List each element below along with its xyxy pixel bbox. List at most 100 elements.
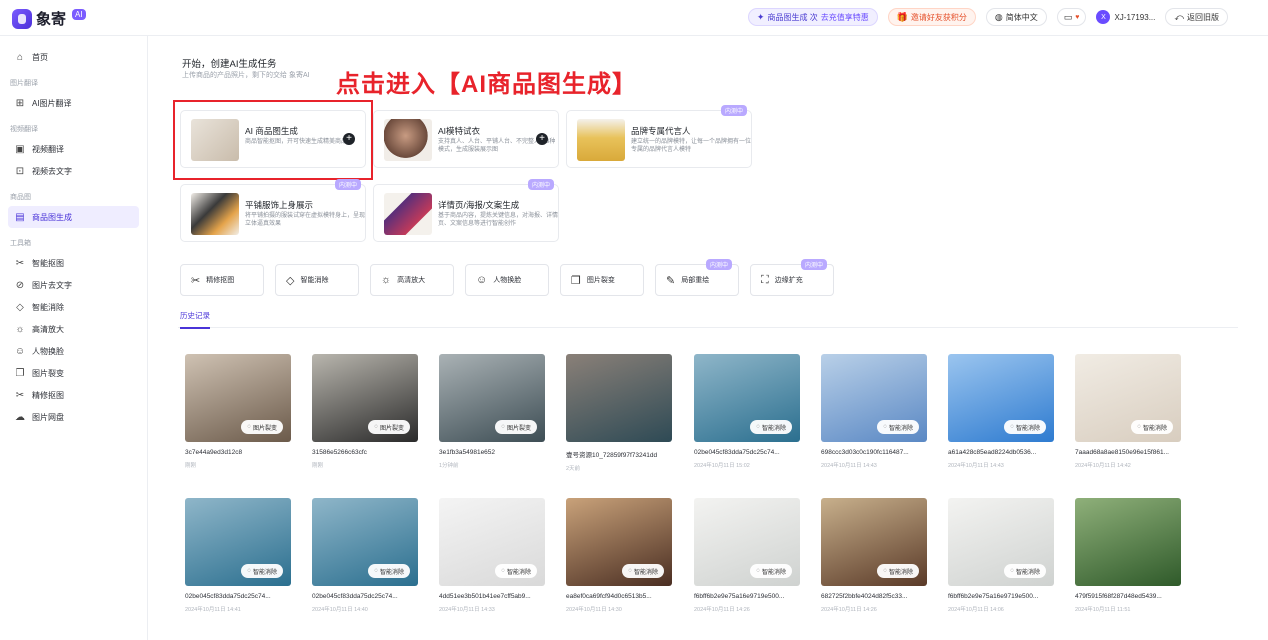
user-menu[interactable]: X XJ-17193... xyxy=(1096,10,1155,24)
history-thumbnail[interactable]: ◌ 图片裂变 xyxy=(439,354,545,442)
invite-friends-button[interactable]: 🎁 邀请好友获积分 xyxy=(887,8,976,26)
tag-icon: ◌ xyxy=(247,424,251,430)
sidebar-item-image-drive[interactable]: ☁ 图片网盘 xyxy=(8,406,139,428)
history-item[interactable]: ◌ 图片裂变 3c7e44a9ed3d12c8 刚刚 xyxy=(185,354,291,469)
tag-icon: ◌ xyxy=(883,568,887,574)
history-item[interactable]: ◌ 图片裂变 3e1fb3a54981e652 1分钟前 xyxy=(439,354,545,469)
history-tag: ◌ 智能消除 xyxy=(1004,420,1046,434)
beta-badge: 内测中 xyxy=(705,259,732,270)
card-ai-model-tryon[interactable]: AI模特试衣 支持真人、人台、平铺人台、不完整人台3种模式，生成服装展示图 + xyxy=(373,110,559,168)
beta-badge: 内测中 xyxy=(527,179,554,190)
history-thumbnail[interactable]: ◌ 图片裂变 xyxy=(312,354,418,442)
sidebar-item-ai-image-translate[interactable]: ⊞ AI图片翻译 xyxy=(8,92,139,114)
history-item[interactable]: 479f5915f68f287d48ed5439... 2024年10月11日 1… xyxy=(1075,498,1181,613)
history-thumbnail[interactable]: ◌ 图片裂变 xyxy=(185,354,291,442)
tool-face-swap[interactable]: ☺ 人物换脸 xyxy=(465,264,549,296)
history-item-name: ea8ef0ca69fcf94d0c6513b5... xyxy=(566,593,652,600)
card-flatlay-tryon[interactable]: 内测中 平铺服饰上身展示 将平铺拍摄的服装试穿在虚拟模特身上，呈现立体逼真效果 xyxy=(180,179,366,242)
history-item[interactable]: ◌ 智能消除 02be045cf83dda75dc25c74... 2024年10月1… xyxy=(185,498,291,613)
history-tag: ◌ 图片裂变 xyxy=(495,420,537,434)
video-remove-text-icon: ⊡ xyxy=(15,165,25,177)
card-brand-ambassador[interactable]: 内测中 品牌专属代言人 建立统一的品牌模特，让每一个品牌拥有一位专属的品牌代言人… xyxy=(566,105,752,168)
history-item[interactable]: ◌ 智能消除 7aaad68a8ae8150e96e15f861... 2024年10… xyxy=(1075,354,1181,469)
back-to-old-version-button[interactable]: ⤺ 返回旧版 xyxy=(1165,8,1228,26)
sidebar-group-title: 图片翻译 xyxy=(10,80,38,87)
tag-icon: ◌ xyxy=(628,568,632,574)
tag-icon: ◌ xyxy=(1137,424,1141,430)
messages-button[interactable]: ▭ ♥ xyxy=(1056,8,1087,26)
sidebar-item-smart-cutout[interactable]: ✂ 智能抠图 xyxy=(8,252,139,274)
history-item[interactable]: ◌ 智能消除 02be045cf83dda75dc25c74... 2024年10月1… xyxy=(312,498,418,613)
history-tag: ◌ 智能消除 xyxy=(1004,564,1046,578)
history-thumbnail[interactable] xyxy=(1075,498,1181,586)
sidebar-item-product-image[interactable]: ▤ 商品图生成 xyxy=(8,206,139,228)
history-item[interactable]: ◌ 图片裂变 31586e5266c63cfc 刚刚 xyxy=(312,354,418,469)
back-icon: ⤺ xyxy=(1174,11,1184,22)
history-item-time: 刚刚 xyxy=(312,463,324,469)
history-item-time: 刚刚 xyxy=(185,463,197,469)
sidebar-item-video-translate[interactable]: ▣ 视频翻译 xyxy=(8,138,139,160)
beta-badge: 内测中 xyxy=(334,179,361,190)
history-item-time: 2024年10月11日 14:42 xyxy=(1075,463,1131,469)
sidebar-item-face-swap[interactable]: ☺ 人物换脸 xyxy=(8,340,139,362)
history-thumbnail[interactable]: ◌ 智能消除 xyxy=(948,498,1054,586)
history-item[interactable]: ◌ 智能消除 682725f2bbfe4024d82f5c33... 2024年10月… xyxy=(821,498,927,613)
history-thumbnail[interactable]: ◌ 智能消除 xyxy=(312,498,418,586)
tool-upscale[interactable]: ☼ 高清放大 xyxy=(370,264,454,296)
tool-smart-erase[interactable]: ◇ 智能消除 xyxy=(275,264,359,296)
history-item-time: 2024年10月11日 14:06 xyxy=(948,607,1004,613)
app-logo[interactable]: 象寄 AI xyxy=(12,8,86,29)
tool-inpaint[interactable]: 内测中 ✎ 局部重绘 xyxy=(655,259,739,296)
recharge-promo-button[interactable]: ✦ 商品图生成 次 去充值享特惠 xyxy=(747,8,878,26)
history-tabs: 历史记录 xyxy=(178,306,1238,329)
history-thumbnail[interactable]: ◌ 智能消除 xyxy=(566,498,672,586)
history-item[interactable]: ◌ 智能消除 02be045cf83dda75dc25c74... 2024年10月1… xyxy=(694,354,800,469)
history-tag: ◌ 智能消除 xyxy=(368,564,410,578)
history-thumbnail[interactable]: ◌ 智能消除 xyxy=(821,498,927,586)
sidebar-item-video-remove-text[interactable]: ⊡ 视频去文字 xyxy=(8,160,139,182)
tool-fine-cutout[interactable]: ✂ 精修抠图 xyxy=(180,264,264,296)
image-translate-icon: ⊞ xyxy=(15,97,25,109)
sidebar-item-smart-erase[interactable]: ◇ 智能消除 xyxy=(8,296,139,318)
tool-outpaint[interactable]: 内测中 ⛶ 边缘扩充 xyxy=(750,259,834,296)
user-name: XJ-17193... xyxy=(1114,12,1156,22)
history-item[interactable]: ◌ 智能消除 f6bff6b2e9e75a16e9719e500... 2024年10… xyxy=(948,498,1054,613)
sidebar-item-remove-text[interactable]: ⊘ 图片去文字 xyxy=(8,274,139,296)
face-icon: ☺ xyxy=(476,274,488,286)
beta-badge: 内测中 xyxy=(720,105,747,116)
tab-history[interactable]: 历史记录 xyxy=(180,310,210,329)
history-thumbnail[interactable]: ◌ 智能消除 xyxy=(821,354,927,442)
history-item[interactable]: ◌ 智能消除 698ccc3d03c0c190fc116487... 2024年10月… xyxy=(821,354,927,469)
history-item[interactable]: ◌ 智能消除 4dd51ee3b501b41ee7cff5ab9... 2024年10… xyxy=(439,498,545,613)
sidebar-group-title: 商品图 xyxy=(10,194,31,201)
history-thumbnail[interactable]: ◌ 智能消除 xyxy=(694,498,800,586)
history-item[interactable]: ◌ 智能消除 ea8ef0ca69fcf94d0c6513b5... 2024年10月… xyxy=(566,498,672,613)
tool-image-variation[interactable]: ❐ 图片裂变 xyxy=(560,264,644,296)
tag-icon: ◌ xyxy=(374,568,378,574)
history-thumbnail[interactable]: ◌ 智能消除 xyxy=(185,498,291,586)
top-bar: 象寄 AI ✦ 商品图生成 次 去充值享特惠 🎁 邀请好友获积分 ◍ 简体中文 … xyxy=(0,0,1268,36)
add-icon[interactable]: + xyxy=(536,133,548,145)
history-thumbnail[interactable]: ◌ 智能消除 xyxy=(1075,354,1181,442)
history-tag: ◌ 智能消除 xyxy=(1131,420,1173,434)
history-thumbnail[interactable]: ◌ 智能消除 xyxy=(694,354,800,442)
history-item-time: 2024年10月11日 14:26 xyxy=(821,607,877,613)
tutorial-highlight-box xyxy=(173,100,373,180)
sidebar-item-image-variation[interactable]: ❐ 图片裂变 xyxy=(8,362,139,384)
sidebar-item-fine-cutout[interactable]: ✂ 精修抠图 xyxy=(8,384,139,406)
sidebar-item-home[interactable]: ⌂ 首页 xyxy=(8,46,139,68)
history-item-time: 2024年10月11日 15:02 xyxy=(694,463,750,469)
sidebar-item-upscale[interactable]: ☼ 高清放大 xyxy=(8,318,139,340)
history-item-time: 2024年10月11日 14:33 xyxy=(439,607,495,613)
history-item[interactable]: 壹号资源10_72859f97f73241dd 2天前 xyxy=(566,354,672,472)
history-thumbnail[interactable]: ◌ 智能消除 xyxy=(948,354,1054,442)
history-thumbnail[interactable]: ◌ 智能消除 xyxy=(439,498,545,586)
page-title: 开始，创建AI生成任务 xyxy=(182,59,277,70)
language-selector[interactable]: ◍ 简体中文 xyxy=(985,8,1047,26)
history-thumbnail[interactable] xyxy=(566,354,672,442)
copy-icon: ❐ xyxy=(15,367,25,379)
history-item[interactable]: ◌ 智能消除 f6bff6b2e9e75a16e9719e500... 2024年10… xyxy=(694,498,800,613)
history-item[interactable]: ◌ 智能消除 a61a428c85ead8224db0536... 2024年10月1… xyxy=(948,354,1054,469)
product-image-icon: ▤ xyxy=(15,211,25,223)
card-detail-poster-copy[interactable]: 内测中 详情页/海报/文案生成 基于商品内容，提炼关键信息，对海报、详情页、文案… xyxy=(373,179,559,242)
